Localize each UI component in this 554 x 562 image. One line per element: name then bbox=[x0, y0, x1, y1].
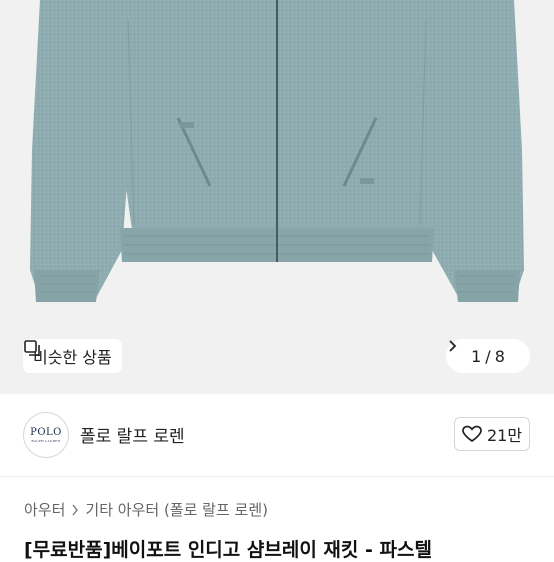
chevron-right-icon bbox=[72, 504, 79, 515]
pager-separator: / bbox=[485, 346, 491, 366]
avatar-logo-text: POLO bbox=[30, 427, 62, 438]
pager-total: 8 bbox=[494, 346, 505, 366]
similar-products-button[interactable]: 비슷한 상품 bbox=[23, 339, 122, 373]
breadcrumb-item-outer[interactable]: 아우터 bbox=[24, 499, 65, 520]
similar-products-label: 비슷한 상품 bbox=[33, 348, 112, 367]
seller-name[interactable]: 폴로 랄프 로렌 bbox=[80, 422, 185, 447]
seller-avatar[interactable]: POLO RALPH LAUREN bbox=[23, 412, 69, 458]
like-button[interactable]: 21만 bbox=[454, 417, 530, 451]
copy-icon bbox=[24, 340, 40, 356]
like-count: 21만 bbox=[486, 426, 523, 445]
product-title: [무료반품]베이포트 인디고 샴브레이 재킷 - 파스텔 bbox=[24, 539, 432, 561]
chevron-right-icon bbox=[449, 340, 457, 352]
heart-icon bbox=[462, 425, 482, 443]
breadcrumb: 아우터 기타 아우터 (폴로 랄프 로렌) bbox=[24, 499, 268, 520]
jacket-photo bbox=[30, 0, 524, 302]
breadcrumb-item-other-outer[interactable]: 기타 아우터 (폴로 랄프 로렌) bbox=[85, 499, 268, 520]
image-pager[interactable]: 1 / 8 bbox=[446, 339, 530, 373]
avatar-logo-sub: RALPH LAUREN bbox=[31, 439, 61, 443]
pager-current: 1 bbox=[471, 346, 482, 366]
product-image-carousel[interactable]: 비슷한 상품 1 / 8 bbox=[0, 0, 554, 394]
seller-section: POLO RALPH LAUREN 폴로 랄프 로렌 21만 bbox=[0, 394, 554, 477]
